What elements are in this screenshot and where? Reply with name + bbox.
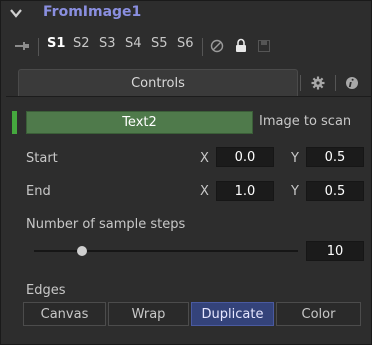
tool-panel: FromImage1 S1 S2 S3 S4 S5 S6 Controls Te… <box>0 0 372 345</box>
edges-button-group: Canvas Wrap Duplicate Color <box>23 302 365 326</box>
gear-icon <box>311 76 325 89</box>
slot-toolbar: S1 S2 S3 S4 S5 S6 <box>6 29 372 63</box>
node-title: FromImage1 <box>43 4 142 20</box>
edges-color-button[interactable]: Color <box>276 302 361 326</box>
end-x-input[interactable]: 1.0 <box>216 181 274 201</box>
end-y-input[interactable]: 0.5 <box>306 181 364 201</box>
info-icon <box>346 76 358 89</box>
sample-steps-label: Number of sample steps <box>26 217 186 232</box>
edges-duplicate-button[interactable]: Duplicate <box>191 302 274 326</box>
end-x-label: X <box>200 184 209 199</box>
save-icon[interactable] <box>258 40 270 52</box>
tab-settings[interactable] <box>302 69 334 96</box>
start-x-input[interactable]: 0.0 <box>216 147 274 167</box>
start-x-label: X <box>200 151 209 166</box>
end-label: End <box>26 184 51 199</box>
slot-s2[interactable]: S2 <box>73 36 90 51</box>
image-input-label: Image to scan <box>259 114 352 129</box>
slot-separator <box>38 38 39 56</box>
slot-s5[interactable]: S5 <box>151 36 168 51</box>
sample-steps-slider-handle[interactable] <box>76 246 87 256</box>
pin-icon[interactable] <box>14 39 30 53</box>
end-y-label: Y <box>291 184 299 199</box>
image-input-accent <box>12 111 17 134</box>
edges-label: Edges <box>26 283 66 298</box>
slot-s6[interactable]: S6 <box>177 36 194 51</box>
tab-separator <box>300 75 301 91</box>
slot-s1[interactable]: S1 <box>47 36 65 51</box>
tab-bar: Controls <box>6 67 372 97</box>
start-y-label: Y <box>291 151 299 166</box>
tab-controls[interactable]: Controls <box>18 69 298 96</box>
slot-separator <box>202 38 203 56</box>
sample-steps-slider-track[interactable] <box>34 250 298 252</box>
slot-s4[interactable]: S4 <box>125 36 142 51</box>
chevron-down-icon[interactable] <box>9 6 23 20</box>
panel-header: FromImage1 <box>1 1 373 25</box>
start-y-input[interactable]: 0.5 <box>306 147 364 167</box>
edges-canvas-button[interactable]: Canvas <box>23 302 106 326</box>
sample-steps-input[interactable]: 10 <box>306 241 364 261</box>
image-input-field[interactable]: Text2 <box>26 111 253 134</box>
tab-info[interactable] <box>336 69 368 96</box>
start-label: Start <box>26 151 58 166</box>
ban-icon[interactable] <box>210 39 224 53</box>
edges-wrap-button[interactable]: Wrap <box>108 302 189 326</box>
slot-s3[interactable]: S3 <box>99 36 116 51</box>
lock-icon[interactable] <box>235 38 247 53</box>
